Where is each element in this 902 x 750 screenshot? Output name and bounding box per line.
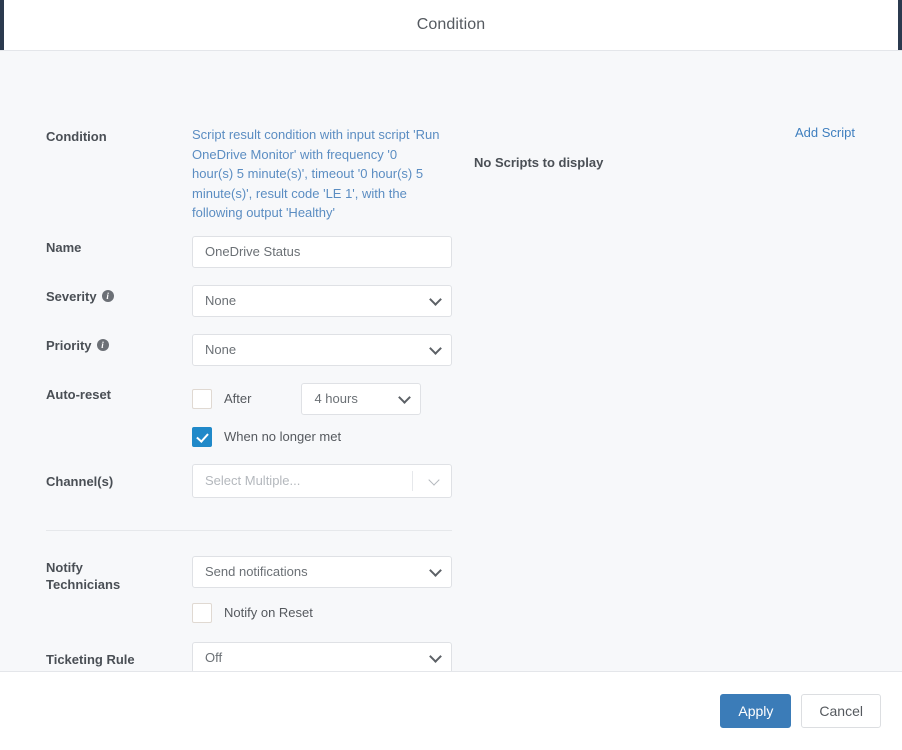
chevron-down-icon [429, 563, 442, 577]
channels-label-text: Channel(s) [46, 473, 114, 489]
condition-label: Condition [46, 125, 192, 145]
ticketing-rule-field: Off [192, 641, 902, 671]
no-scripts-message: No Scripts to display [474, 155, 604, 170]
severity-row: Severity i None [0, 284, 902, 317]
severity-label: Severity i [46, 285, 192, 305]
when-no-longer-met-label: When no longer met [224, 429, 342, 444]
apply-button[interactable]: Apply [720, 694, 792, 728]
condition-row: Condition Script result condition with i… [0, 51, 902, 223]
severity-label-text: Severity [46, 288, 97, 304]
auto-reset-after-line: After 4 hours [192, 382, 902, 415]
name-label-text: Name [46, 239, 82, 255]
chevron-down-icon [398, 390, 412, 404]
add-script-link[interactable]: Add Script [795, 125, 855, 140]
notify-technicians-label-line2: Technicians [46, 576, 121, 592]
notify-technicians-label-line1: Notify [46, 559, 83, 575]
name-input[interactable]: OneDrive Status [192, 235, 452, 268]
chevron-down-icon [429, 292, 442, 306]
modal-footer: Apply Cancel [0, 671, 902, 750]
priority-field: None [192, 333, 902, 366]
notify-technicians-value: Send notifications [205, 564, 308, 579]
channels-field: Select Multiple... [192, 463, 902, 498]
priority-value: None [205, 342, 237, 357]
page-title: Condition [416, 16, 486, 33]
ticketing-rule-select[interactable]: Off [192, 641, 452, 671]
ticketing-rule-row: Ticketing Rule Off [0, 641, 902, 671]
priority-row: Priority i None [0, 333, 902, 366]
channels-label: Channel(s) [46, 464, 192, 490]
priority-label-text: Priority [46, 337, 92, 353]
chevron-down-icon [428, 473, 440, 486]
auto-reset-field: After 4 hours When no longer met [192, 382, 902, 453]
auto-reset-duration-value: 4 hours [314, 391, 358, 406]
chevron-down-icon [429, 649, 442, 663]
notify-technicians-field: Send notifications Notify on Reset [192, 555, 902, 629]
modal-header: Condition [0, 0, 902, 51]
auto-reset-label: Auto-reset [46, 383, 192, 403]
condition-modal: Condition Condition Script result condit… [0, 0, 902, 750]
condition-description: Script result condition with input scrip… [192, 127, 440, 220]
chevron-down-icon [429, 341, 442, 355]
auto-reset-row: Auto-reset After 4 hours When no longer … [0, 382, 902, 453]
info-icon[interactable]: i [101, 289, 114, 302]
name-label: Name [46, 236, 192, 256]
priority-select[interactable]: None [192, 333, 452, 366]
ticketing-rule-label: Ticketing Rule [46, 642, 192, 668]
notify-technicians-label: Notify Technicians [46, 556, 192, 593]
notify-technicians-select[interactable]: Send notifications [192, 555, 452, 588]
ticketing-rule-label-text: Ticketing Rule [46, 651, 135, 667]
cancel-button[interactable]: Cancel [801, 694, 881, 728]
when-no-longer-met-line: When no longer met [192, 421, 902, 453]
notify-on-reset-label: Notify on Reset [224, 605, 313, 620]
info-icon[interactable]: i [96, 338, 109, 351]
ticketing-rule-value: Off [205, 650, 223, 665]
severity-select[interactable]: None [192, 284, 452, 317]
app-chrome-edge-left [0, 0, 4, 50]
priority-label: Priority i [46, 334, 192, 354]
auto-reset-duration-select[interactable]: 4 hours [301, 382, 422, 415]
name-field: OneDrive Status [192, 235, 902, 268]
severity-field: None [192, 284, 902, 317]
after-checkbox[interactable] [192, 388, 212, 409]
name-row: Name OneDrive Status [0, 235, 902, 268]
multiselect-divider [412, 470, 413, 491]
app-chrome-edge-right [898, 0, 902, 50]
when-no-longer-met-checkbox[interactable] [192, 426, 212, 447]
channels-row: Channel(s) Select Multiple... [0, 463, 902, 498]
severity-value: None [205, 293, 237, 308]
section-divider [46, 529, 452, 531]
channels-placeholder: Select Multiple... [205, 473, 301, 488]
notify-technicians-row: Notify Technicians Send notifications No… [0, 555, 902, 629]
condition-label-text: Condition [46, 129, 107, 144]
notify-on-reset-line: Notify on Reset [192, 597, 902, 629]
after-label: After [224, 391, 252, 406]
notify-on-reset-checkbox[interactable] [192, 602, 212, 623]
modal-body: Condition Script result condition with i… [0, 51, 902, 671]
auto-reset-label-text: Auto-reset [46, 386, 112, 402]
channels-multiselect[interactable]: Select Multiple... [192, 463, 452, 498]
